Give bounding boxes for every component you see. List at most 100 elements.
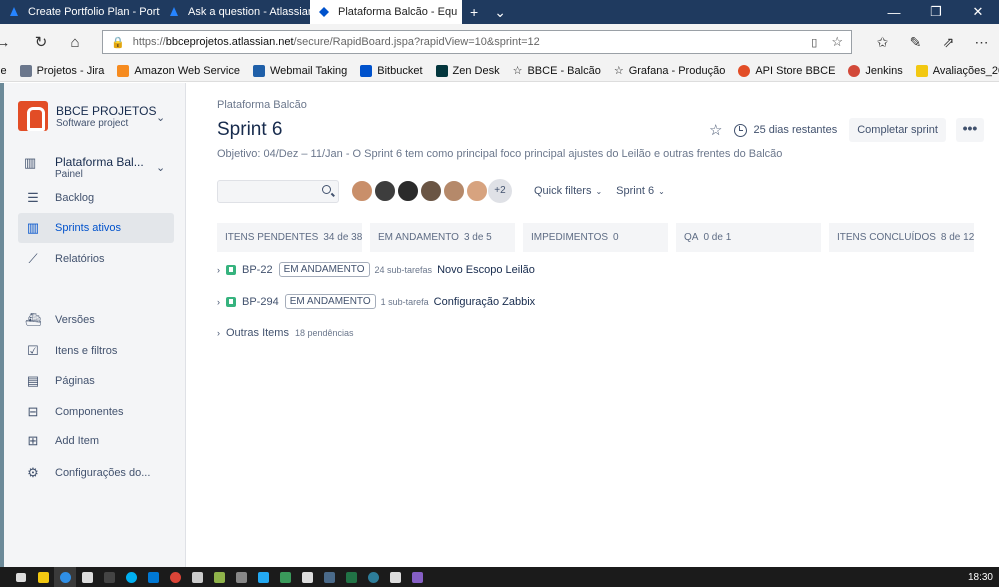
visual-studio-icon[interactable]: [406, 567, 428, 587]
chevron-right-icon[interactable]: ›: [217, 297, 220, 307]
swimlane[interactable]: › BP-294 EM ANDAMENTO 1 sub-tarefa Confi…: [217, 294, 535, 309]
favorite-item[interactable]: ☆ Grafana - Produção: [614, 64, 726, 78]
outlook-icon[interactable]: [142, 567, 164, 587]
avatar[interactable]: [396, 179, 420, 203]
chevron-down-icon[interactable]: ⌄: [156, 111, 165, 124]
browser-tab[interactable]: Ask a question - Atlassian C: [160, 0, 310, 24]
quick-filters-dropdown[interactable]: Quick filters ⌄: [534, 185, 602, 197]
favorite-item[interactable]: Jenkins: [848, 64, 903, 77]
browser-tab-active[interactable]: Plataforma Balcão - Equ ✕: [310, 0, 462, 24]
tab-label: Create Portfolio Plan - Portf: [28, 6, 160, 18]
search-input[interactable]: [217, 179, 339, 203]
swimlane[interactable]: › BP-22 EM ANDAMENTO 24 sub-tarefas Novo…: [217, 262, 535, 277]
pen-icon[interactable]: ✎: [899, 30, 932, 54]
skype-icon[interactable]: [120, 567, 142, 587]
store-icon[interactable]: [98, 567, 120, 587]
issue-key[interactable]: BP-22: [242, 264, 273, 276]
vscode-icon[interactable]: [252, 567, 274, 587]
complete-sprint-button[interactable]: Completar sprint: [849, 118, 946, 142]
more-actions-button[interactable]: •••: [955, 118, 984, 142]
favorite-item[interactable]: Webmail Taking: [253, 64, 347, 77]
star-icon[interactable]: ☆: [709, 121, 722, 139]
favorite-star-icon[interactable]: ☆: [831, 34, 843, 50]
tool-icon[interactable]: [208, 567, 230, 587]
favorite-item[interactable]: Projetos - Jira: [19, 64, 104, 77]
avatar[interactable]: [442, 179, 466, 203]
sidebar-accent: [0, 83, 4, 567]
favorite-item[interactable]: Avaliações_2018: [915, 64, 999, 77]
favorite-item[interactable]: ☆ BBCE - Balcão: [512, 64, 601, 78]
sidebar-item-add-item[interactable]: ⊞ Add Item: [18, 426, 174, 456]
lock-app-icon[interactable]: [186, 567, 208, 587]
favorite-label: Jenkins: [865, 64, 903, 77]
favorite-item[interactable]: Zen Desk: [435, 64, 500, 77]
other-issues-swimlane[interactable]: › Outras Items 18 pendências: [217, 327, 354, 339]
remote-app-icon[interactable]: [296, 567, 318, 587]
more-avatars-badge[interactable]: +2: [488, 179, 512, 203]
avatar[interactable]: [419, 179, 443, 203]
board-title: Plataforma Bal...: [55, 155, 144, 169]
edge-icon[interactable]: [54, 567, 76, 587]
file-explorer-icon[interactable]: [32, 567, 54, 587]
sprint-dropdown[interactable]: Sprint 6 ⌄: [616, 185, 665, 197]
board-subtitle: Painel: [55, 169, 83, 180]
sidebar-item-settings[interactable]: ⚙ Configurações do...: [18, 458, 174, 488]
settings-app-icon[interactable]: [230, 567, 252, 587]
onenote-icon[interactable]: [384, 567, 406, 587]
favorites-hub-icon[interactable]: ✩: [866, 30, 899, 54]
chevron-right-icon[interactable]: ›: [217, 328, 220, 338]
sidebar-item-versions[interactable]: ⛴ Versões: [18, 305, 174, 335]
sidebar-item-pages[interactable]: ▤ Páginas: [18, 366, 174, 396]
avatar[interactable]: [373, 179, 397, 203]
atlassian-icon: [8, 6, 20, 18]
chevron-right-icon[interactable]: ›: [217, 265, 220, 275]
back-icon[interactable]: →: [0, 34, 18, 51]
refresh-icon[interactable]: ↻: [26, 33, 56, 51]
sidebar-item-label: Add Item: [55, 435, 100, 447]
favorite-item[interactable]: le: [0, 65, 7, 77]
sidebar-item-issues-filters[interactable]: ☑ Itens e filtros: [18, 336, 174, 366]
avatar[interactable]: [350, 179, 374, 203]
sidebar-item-backlog[interactable]: ☰ Backlog: [18, 183, 174, 213]
sprint-filter-label: Sprint 6: [616, 185, 655, 197]
browser-tab[interactable]: Create Portfolio Plan - Portf: [0, 0, 160, 24]
project-switcher[interactable]: BBCE PROJETOS Software project: [18, 101, 156, 131]
excel-icon[interactable]: [340, 567, 362, 587]
favorite-item[interactable]: Amazon Web Service: [117, 64, 240, 77]
avatar-group: +2: [350, 179, 512, 203]
favorite-item[interactable]: Bitbucket: [360, 64, 423, 77]
chevron-down-icon[interactable]: ⌄: [486, 4, 514, 21]
chart-favicon-icon: [915, 64, 928, 77]
project-sidebar: BBCE PROJETOS Software project ⌄ ▥ Plata…: [0, 83, 186, 567]
spreadsheet-icon[interactable]: [274, 567, 296, 587]
subtask-count: 1 sub-tarefa: [380, 296, 429, 307]
close-window-icon[interactable]: ✕: [957, 4, 999, 20]
star-favicon-icon: ☆: [512, 65, 523, 77]
breadcrumb[interactable]: Plataforma Balcão: [217, 99, 307, 111]
board-switcher[interactable]: ▥ Plataforma Bal... Painel: [24, 155, 144, 180]
sidebar-item-reports[interactable]: ⟋ Relatórios: [18, 244, 174, 274]
url-field[interactable]: 🔒 https:// bbceprojetos.atlassian.net /s…: [102, 30, 852, 54]
reading-view-icon[interactable]: ▯: [811, 36, 817, 49]
lock-icon: 🔒: [111, 36, 125, 49]
favorite-item[interactable]: API Store BBCE: [738, 64, 835, 77]
more-icon[interactable]: ⋯: [965, 30, 998, 54]
share-icon[interactable]: ⇗: [932, 30, 965, 54]
column-name: QA: [684, 232, 699, 243]
restore-icon[interactable]: ❐: [915, 4, 957, 20]
chevron-down-icon[interactable]: ⌄: [156, 161, 165, 174]
sidebar-item-label: Relatórios: [55, 253, 105, 265]
minimize-icon[interactable]: —: [873, 5, 915, 20]
terminal-icon[interactable]: [318, 567, 340, 587]
maps-icon[interactable]: [362, 567, 384, 587]
sidebar-item-components[interactable]: ⊟ Componentes: [18, 397, 174, 427]
sidebar-item-active-sprints[interactable]: ▥ Sprints ativos: [18, 213, 174, 243]
home-icon[interactable]: ⌂: [60, 34, 90, 51]
task-view-icon[interactable]: [10, 567, 32, 587]
chrome-icon[interactable]: [164, 567, 186, 587]
url-host: bbceprojetos.atlassian.net: [165, 36, 294, 48]
issue-key[interactable]: BP-294: [242, 296, 279, 308]
avatar[interactable]: [465, 179, 489, 203]
mail-icon[interactable]: [76, 567, 98, 587]
new-tab-icon[interactable]: +: [462, 4, 486, 20]
